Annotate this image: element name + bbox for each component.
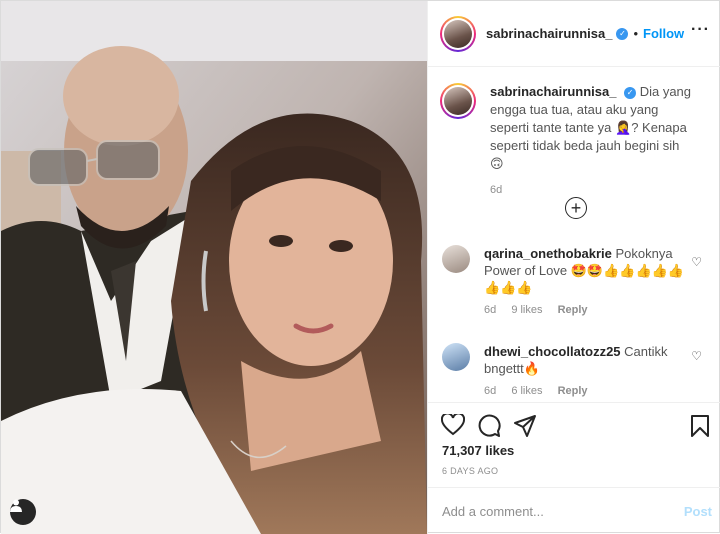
load-more-comments-button[interactable]: +	[565, 197, 587, 219]
caption-avatar[interactable]	[440, 83, 476, 119]
caption-body: sabrinachairunnisa_ ✓ Dia yang engga tua…	[490, 83, 695, 199]
post-photo[interactable]	[1, 1, 427, 534]
comment-meta: 6d 9 likes Reply	[484, 302, 694, 319]
commenter-avatar[interactable]	[442, 245, 470, 273]
caption-username[interactable]: sabrinachairunnisa_	[490, 84, 616, 99]
paper-plane-icon[interactable]	[513, 414, 537, 438]
verified-badge-icon: ✓	[616, 27, 629, 40]
post-timestamp[interactable]: 6 DAYS AGO	[442, 466, 498, 476]
heart-icon[interactable]	[441, 414, 465, 436]
comment-item: qarina_onethobakrie Pokoknya Power of Lo…	[442, 245, 694, 319]
comment-time: 6d	[484, 385, 497, 397]
commenter-avatar[interactable]	[442, 343, 470, 371]
comment-item: dhewi_chocollatozz25 Cantikk bngettt🔥 6d…	[442, 343, 694, 400]
likes-count[interactable]: 71,307 likes	[442, 443, 514, 458]
post-header: sabrinachairunnisa_ ✓ • Follow ···	[428, 1, 720, 67]
reply-button[interactable]: Reply	[558, 304, 588, 316]
comment-likes[interactable]: 9 likes	[511, 304, 542, 316]
plus-circle-icon: +	[570, 198, 582, 218]
commenter-username[interactable]: dhewi_chocollatozz25	[484, 344, 621, 359]
photo-illustration	[1, 1, 427, 534]
comment-icon[interactable]	[477, 414, 501, 438]
add-comment-input[interactable]	[442, 503, 684, 519]
author-avatar[interactable]	[440, 15, 476, 52]
comment-body: qarina_onethobakrie Pokoknya Power of Lo…	[484, 245, 694, 319]
reply-button[interactable]: Reply	[558, 385, 588, 397]
user-tag-button[interactable]	[10, 499, 36, 525]
separator-dot: •	[633, 26, 639, 41]
post-sidebar: sabrinachairunnisa_ ✓ • Follow ··· sabri…	[427, 1, 720, 534]
bookmark-icon[interactable]	[690, 414, 710, 438]
commenter-username[interactable]: qarina_onethobakrie	[484, 246, 612, 261]
comments-area[interactable]: sabrinachairunnisa_ ✓ Dia yang engga tua…	[428, 67, 720, 402]
follow-button[interactable]: Follow	[643, 26, 684, 41]
comment-time: 6d	[484, 304, 497, 316]
post-comment-button[interactable]: Post	[684, 504, 712, 519]
user-tag-icon	[10, 499, 22, 512]
instagram-post: sabrinachairunnisa_ ✓ • Follow ··· sabri…	[0, 0, 720, 534]
action-bar	[428, 402, 720, 448]
verified-badge-icon: ✓	[624, 87, 637, 99]
add-comment-bar: Post	[428, 487, 720, 534]
comment-heart-icon[interactable]: ♡	[691, 255, 702, 269]
caption: sabrinachairunnisa_ ✓ Dia yang engga tua…	[440, 83, 695, 199]
comment-body: dhewi_chocollatozz25 Cantikk bngettt🔥 6d…	[484, 343, 694, 400]
comment-likes[interactable]: 6 likes	[511, 385, 542, 397]
comment-heart-icon[interactable]: ♡	[691, 349, 702, 363]
more-options-icon[interactable]: ···	[691, 22, 710, 38]
caption-time: 6d	[490, 184, 503, 196]
author-username[interactable]: sabrinachairunnisa_	[486, 26, 612, 41]
comment-meta: 6d 6 likes Reply	[484, 383, 694, 400]
